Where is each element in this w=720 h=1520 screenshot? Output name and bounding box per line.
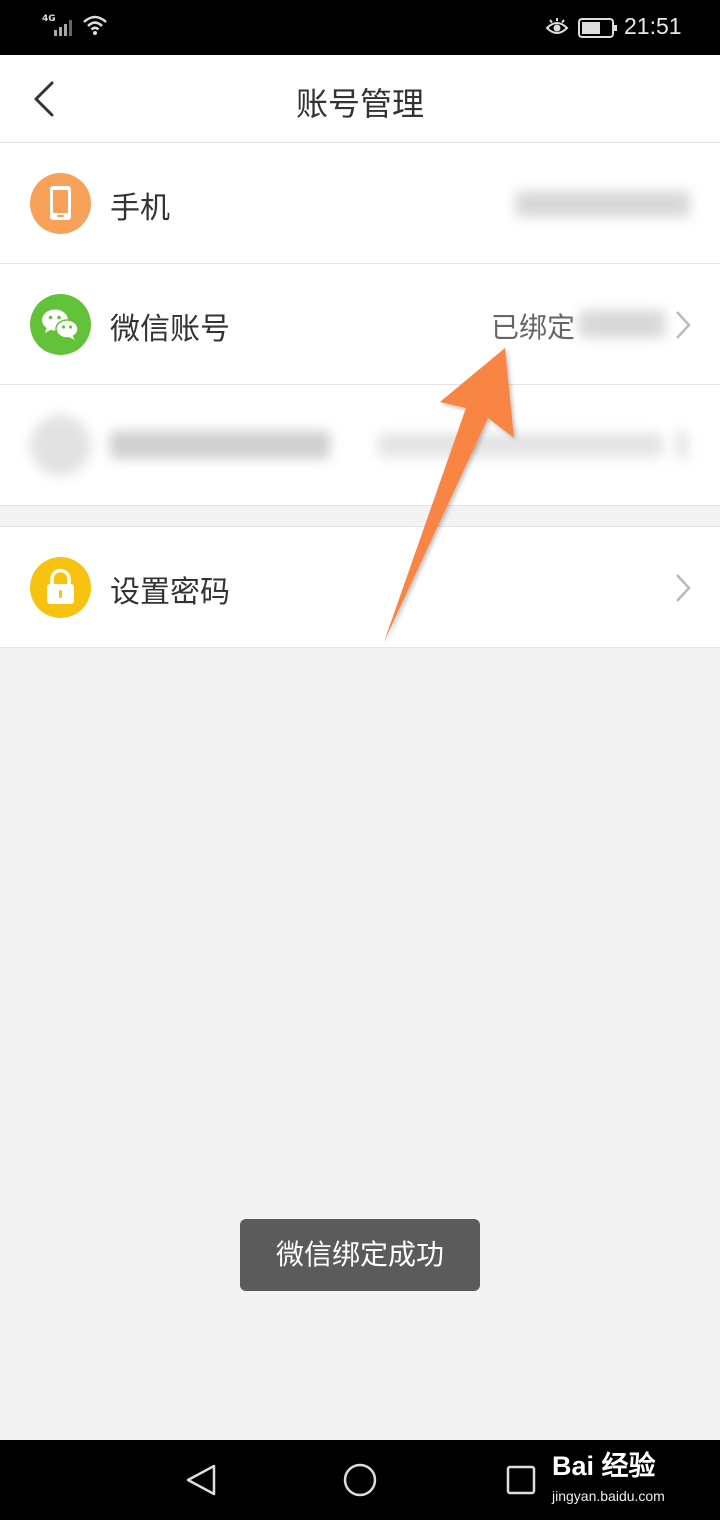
wechat-status-text: 已绑定 <box>490 311 575 344</box>
hidden-account-row[interactable] <box>0 385 720 506</box>
chevron-right-icon <box>676 311 691 339</box>
wechat-label: 微信账号 <box>110 312 230 347</box>
nav-recent-apps-icon[interactable] <box>505 1464 537 1496</box>
title-bar: 账号管理 <box>0 55 720 143</box>
security-group: 设置密码 <box>0 526 720 648</box>
lock-icon-circle <box>30 557 91 618</box>
watermark-logo: Bai 经验 <box>552 1451 656 1481</box>
status-bar: 4G 21:51 <box>0 0 720 55</box>
battery-icon <box>578 18 617 38</box>
chevron-right-icon <box>676 574 691 602</box>
lock-icon <box>47 568 74 604</box>
phone-number-blurred <box>515 191 690 221</box>
wechat-icon-circle <box>30 294 91 355</box>
wechat-icon <box>42 309 79 340</box>
signal-icon <box>54 20 72 36</box>
phone-icon <box>50 186 71 220</box>
baidu-jingyan-watermark: Bai 经验 jingyan.baidu.com <box>548 1444 708 1504</box>
hidden-account-blurred <box>0 385 720 506</box>
phone-label: 手机 <box>110 191 170 226</box>
nav-back-icon[interactable] <box>184 1462 218 1498</box>
phone-row[interactable]: 手机 <box>0 143 720 264</box>
nav-home-icon[interactable] <box>342 1462 378 1498</box>
wechat-nickname-blurred <box>579 310 665 342</box>
eye-comfort-icon <box>545 18 569 34</box>
set-password-row[interactable]: 设置密码 <box>0 527 720 648</box>
account-bindings-group: 手机 微信账号 已绑定 <box>0 143 720 506</box>
watermark-url: jingyan.baidu.com <box>552 1488 665 1504</box>
set-password-label: 设置密码 <box>110 575 230 610</box>
phone-icon-circle <box>30 173 91 234</box>
wechat-status: 已绑定 <box>491 306 665 346</box>
toast-message: 微信绑定成功 <box>240 1219 480 1291</box>
page-title: 账号管理 <box>295 85 424 123</box>
wechat-row[interactable]: 微信账号 已绑定 <box>0 264 720 385</box>
wifi-icon <box>83 15 107 35</box>
clock: 21:51 <box>624 13 682 39</box>
